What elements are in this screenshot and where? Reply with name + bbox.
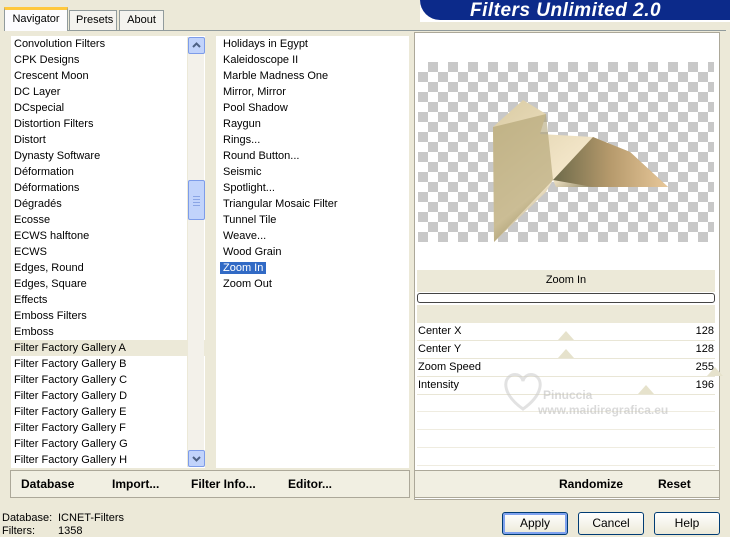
category-item[interactable]: Convolution Filters [11, 36, 205, 52]
filter-item[interactable]: Spotlight... [220, 180, 409, 196]
tab-about[interactable]: About [119, 10, 164, 30]
filter-item[interactable]: Pool Shadow [220, 100, 409, 116]
filter-item[interactable]: Triangular Mosaic Filter [220, 196, 409, 212]
filter-item[interactable]: Mirror, Mirror [220, 84, 409, 100]
category-item[interactable]: CPK Designs [11, 52, 205, 68]
chevron-down-icon [192, 456, 201, 462]
filter-item-label: Zoom In [220, 262, 267, 274]
randomize-button[interactable]: Randomize [559, 477, 623, 491]
status-database-value: ICNET-Filters [58, 512, 124, 524]
filter-item[interactable]: Marble Madness One [220, 68, 409, 84]
preview-shape [493, 100, 668, 242]
param-separator [417, 305, 715, 323]
filter-info-button[interactable]: Filter Info... [191, 477, 256, 491]
editor-button[interactable]: Editor... [288, 477, 332, 491]
category-item[interactable]: Emboss Filters [11, 308, 205, 324]
watermark-site: www.maidiregrafica.eu [538, 403, 669, 417]
tab-navigator[interactable]: Navigator [4, 7, 68, 31]
slider-thumb-icon[interactable] [558, 331, 574, 341]
filter-item[interactable]: Raygun [220, 116, 409, 132]
preview-caption: Zoom In [545, 274, 587, 286]
filter-list[interactable]: Holidays in Egypt Kaleidoscope II Marble M… [220, 36, 409, 292]
filter-list-panel: Holidays in Egypt Kaleidoscope II Marble M… [215, 35, 410, 469]
filter-item[interactable]: Holidays in Egypt [220, 36, 409, 52]
param-value: 128 [695, 343, 714, 355]
filter-item[interactable]: Zoom In [220, 260, 409, 276]
watermark-name: Pinuccia [543, 388, 593, 402]
filter-item[interactable]: Rings... [220, 132, 409, 148]
category-item[interactable]: Emboss [11, 324, 205, 340]
help-button[interactable]: Help [654, 512, 720, 535]
category-item[interactable]: ECWS [11, 244, 205, 260]
filter-item[interactable]: Wood Grain [220, 244, 409, 260]
empty-param-row [417, 431, 715, 448]
progress-bar [417, 293, 715, 303]
tab-divider [4, 30, 726, 31]
filter-item[interactable]: Seismic [220, 164, 409, 180]
filter-item[interactable]: Kaleidoscope II [220, 52, 409, 68]
import-button[interactable]: Import... [112, 477, 159, 491]
category-item[interactable]: Dynasty Software [11, 148, 205, 164]
category-item[interactable]: Déformation [11, 164, 205, 180]
category-item[interactable]: Filter Factory Gallery H [11, 452, 205, 468]
tab-presets[interactable]: Presets [69, 10, 117, 30]
category-item[interactable]: Distortion Filters [11, 116, 205, 132]
apply-button[interactable]: Apply [502, 512, 568, 535]
category-item[interactable]: Distort [11, 132, 205, 148]
slider-thumb-icon[interactable] [558, 349, 574, 359]
category-item[interactable]: Filter Factory Gallery A [11, 340, 205, 356]
param-label: Center X [418, 325, 462, 337]
category-item[interactable]: Filter Factory Gallery D [11, 388, 205, 404]
app-title: Filters Unlimited 2.0 [420, 0, 730, 21]
status-filters-value: 1358 [58, 525, 83, 537]
left-button-bar: Database Import... Filter Info... Editor… [10, 470, 410, 498]
category-item[interactable]: DC Layer [11, 84, 205, 100]
category-list[interactable]: Convolution Filters CPK Designs Crescent M… [11, 36, 205, 468]
category-item[interactable]: Filter Factory Gallery E [11, 404, 205, 420]
category-item[interactable]: Filter Factory Gallery C [11, 372, 205, 388]
category-item[interactable]: Ecosse [11, 212, 205, 228]
category-item[interactable]: Filter Factory Gallery G [11, 436, 205, 452]
preview-image [418, 62, 714, 242]
filter-item[interactable]: Round Button... [220, 148, 409, 164]
category-item[interactable]: Déformations [11, 180, 205, 196]
filter-item[interactable]: Weave... [220, 228, 409, 244]
filter-item[interactable]: Zoom Out [220, 276, 409, 292]
category-item[interactable]: Effects [11, 292, 205, 308]
watermark: Pinuccia www.maidiregrafica.eu [498, 365, 718, 425]
param-slider[interactable]: Center Y 128 [417, 341, 715, 359]
empty-param-row [417, 449, 715, 466]
right-button-bar: Randomize Reset [414, 470, 720, 498]
scroll-down-button[interactable] [188, 450, 205, 467]
category-item[interactable]: DCspecial [11, 100, 205, 116]
category-list-panel: Convolution Filters CPK Designs Crescent M… [10, 35, 206, 469]
scroll-thumb[interactable] [188, 180, 205, 220]
header-banner: Filters Unlimited 2.0 [420, 0, 730, 22]
category-scrollbar[interactable] [187, 37, 205, 467]
param-slider[interactable]: Center X 128 [417, 323, 715, 341]
category-item[interactable]: Edges, Square [11, 276, 205, 292]
category-item[interactable]: Filter Factory Gallery B [11, 356, 205, 372]
reset-button[interactable]: Reset [658, 477, 691, 491]
chevron-up-icon [192, 42, 201, 48]
category-item[interactable]: Dégradés [11, 196, 205, 212]
param-label: Intensity [418, 379, 459, 391]
category-item[interactable]: Filter Factory Gallery F [11, 420, 205, 436]
status-database-label: Database: [2, 512, 53, 524]
filter-item[interactable]: Tunnel Tile [220, 212, 409, 228]
cancel-button[interactable]: Cancel [578, 512, 644, 535]
category-item[interactable]: ECWS halftone [11, 228, 205, 244]
param-label: Zoom Speed [418, 361, 481, 373]
database-button[interactable]: Database [21, 477, 74, 491]
param-value: 128 [695, 325, 714, 337]
category-item[interactable]: Edges, Round [11, 260, 205, 276]
status-filters-label: Filters: [2, 525, 35, 537]
category-item[interactable]: Crescent Moon [11, 68, 205, 84]
scroll-up-button[interactable] [188, 37, 205, 54]
param-label: Center Y [418, 343, 462, 355]
